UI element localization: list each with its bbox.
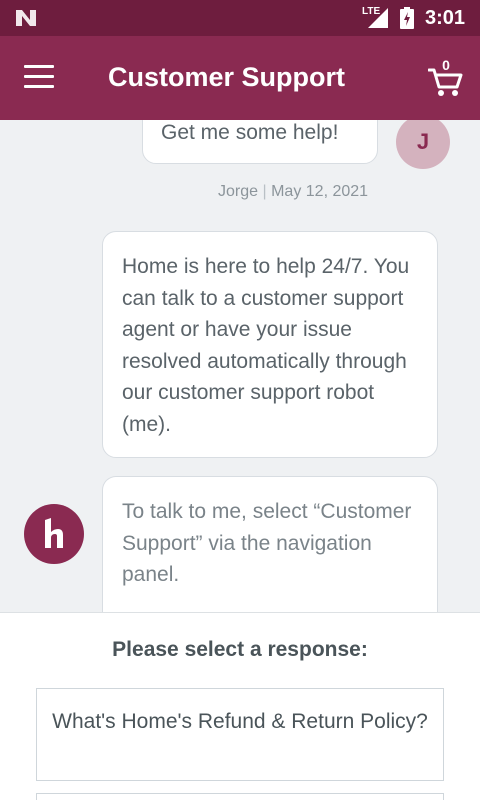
bot-message-bubble: Home is here to help 24/7. You can talk … [102, 231, 438, 458]
message-meta: Jorge | May 12, 2021 [218, 183, 368, 201]
home-logo-icon [45, 518, 63, 548]
meta-separator: | [262, 183, 267, 200]
cart-count-badge: 0 [442, 57, 450, 73]
bot-avatar [24, 504, 84, 564]
bot-message-bubble: To talk to me, select “Customer Support”… [102, 476, 438, 612]
chat-thread[interactable]: Get me some help! J Jorge | May 12, 2021… [0, 120, 480, 612]
user-message-bubble: Get me some help! [142, 120, 378, 164]
user-avatar: J [396, 120, 450, 169]
response-option-button[interactable] [36, 793, 444, 800]
response-panel: Please select a response: What's Home's … [0, 612, 480, 800]
status-bar: LTE 3:01 [0, 0, 480, 36]
network-type: LTE [362, 6, 381, 17]
menu-button[interactable] [24, 65, 60, 91]
message-date: May 12, 2021 [271, 183, 369, 200]
app-bar: Customer Support 0 [0, 36, 480, 120]
battery-charging-icon [400, 7, 414, 29]
response-prompt: Please select a response: [112, 638, 368, 661]
menu-icon [24, 65, 54, 68]
message-author: Jorge [218, 183, 259, 200]
n-logo-icon [16, 10, 36, 26]
status-clock: 3:01 [425, 7, 466, 29]
page-title: Customer Support [108, 62, 346, 92]
response-option-button[interactable]: What's Home's Refund & Return Policy? [36, 688, 444, 781]
